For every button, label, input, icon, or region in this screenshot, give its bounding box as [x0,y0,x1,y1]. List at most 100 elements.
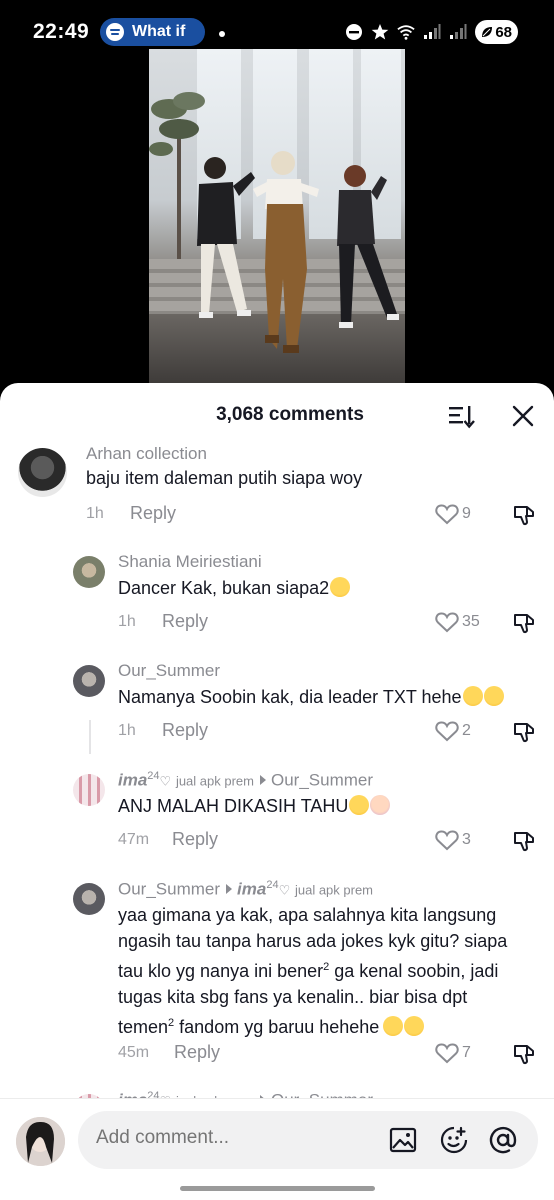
notification-dot [219,31,225,37]
like-count: 3 [462,831,471,848]
comment-username[interactable]: ima [118,771,147,790]
like-icon[interactable] [435,503,459,525]
comment-item: ima24♡ jual apk prem Our_Summer ANJ MALAH… [0,767,554,857]
signal-icon-1 [423,23,441,41]
comment-text-line: Dancer Kak, bukan siapa2 [118,575,351,601]
comment-username[interactable]: Our_Summer [118,880,220,899]
avatar[interactable] [73,556,105,588]
comment-input-pill[interactable] [78,1111,538,1169]
like-count: 35 [462,613,480,630]
comment-input[interactable] [96,1127,376,1149]
avatar-image [16,1117,65,1166]
comment-text: ANJ MALAH DIKASIH TAHU [118,796,349,816]
comments-header: 3,068 comments [0,383,554,445]
close-icon[interactable] [510,403,536,429]
woman-tipping-hand-emoji-icon [370,795,391,815]
smiling-hearts-emoji-icon [483,686,504,706]
mention-icon[interactable] [488,1125,518,1155]
home-indicator[interactable] [180,1186,375,1191]
comment-text-segment: ga kenal soobin, jadi [329,961,499,981]
dislike-icon[interactable] [512,503,536,527]
signal-icon-2 [449,23,467,41]
dancer-right [337,165,399,328]
username-superscript: 24 [147,770,160,782]
comment-text-segment: temen [118,1017,169,1037]
wifi-icon [397,23,415,41]
comment-item: Our_Summer ima24♡ jual apk prem yaa giman… [0,876,554,1076]
dislike-icon[interactable] [512,611,536,635]
comment-text-line: ngasih tau tanpa harus ada jokes kyk git… [118,931,508,951]
avatar[interactable] [73,883,105,915]
my-avatar[interactable] [16,1117,65,1166]
media-pill-label: What if [132,23,186,40]
reply-button[interactable]: Reply [162,611,208,632]
comment-username[interactable]: Shania Meiriestiani [118,552,262,572]
comment-text: yaa gimana ya kak, apa salahnya kita lan… [118,902,538,1040]
comment-item: Arhan collection baju item daleman putih… [0,441,554,531]
avatar[interactable] [18,448,67,497]
comment-text-line: tau klo yg nanya ini bener2 ga kenal soo… [118,954,538,984]
comment-time: 1h [118,613,136,630]
smiling-hearts-emoji-icon [462,686,483,706]
comment-username[interactable]: Arhan collection [86,444,207,464]
comment-time: 1h [86,505,104,522]
like-count: 2 [462,722,471,739]
clock: 22:49 [33,20,90,43]
username-superscript: 24 [266,879,279,891]
reply-button[interactable]: Reply [130,503,176,524]
image-icon[interactable] [388,1125,418,1155]
crying-emoji-icon [330,577,351,597]
comment-text-line: temen2 fandom yg baruu hehehe [118,1010,538,1040]
reply-arrow-icon [259,774,266,785]
avatar[interactable] [73,665,105,697]
comments-sheet: 3,068 comments Arhan collection baju ite… [0,383,554,1200]
dislike-icon[interactable] [512,720,536,744]
battery-level: 68 [495,23,512,41]
reply-button[interactable]: Reply [174,1042,220,1063]
like-icon[interactable] [435,720,459,742]
leaf-icon [482,27,493,37]
grinning-emoji-icon [383,1016,404,1036]
reply-button[interactable]: Reply [172,829,218,850]
username-tag: jual apk prem [294,882,374,898]
comment-username[interactable]: Our_Summer [118,661,220,681]
heart-small-icon: ♡ [278,882,291,898]
like-count: 9 [462,505,471,522]
status-bar: 22:49 What if 68 [0,0,554,52]
dnd-icon [345,23,363,41]
reply-button[interactable]: Reply [162,720,208,741]
spotify-icon [106,23,124,41]
system-icons: 68 [345,20,518,44]
media-pill[interactable]: What if [100,18,205,46]
star-icon [371,23,389,41]
comment-text-line: ANJ MALAH DIKASIH TAHU [118,793,391,819]
comment-time: 45m [118,1044,150,1061]
dislike-icon[interactable] [512,829,536,853]
sort-icon[interactable] [447,403,475,429]
heart-small-icon: ♡ [159,773,172,789]
comment-input-bar [0,1098,554,1200]
comment-username-line: ima24♡ jual apk prem Our_Summer [118,770,373,791]
reply-to-username[interactable]: Our_Summer [271,771,373,790]
avatar[interactable] [73,774,105,806]
grinning-emoji-icon [404,1016,425,1036]
comment-text-line: tugas kita sbg fans ya kenalin.. biar bi… [118,987,468,1007]
comment-time: 1h [118,722,136,739]
reply-arrow-icon [226,883,233,894]
emoji-icon[interactable] [439,1125,469,1155]
dislike-icon[interactable] [512,1042,536,1066]
comment-item: Our_Summer Namanya Soobin kak, dia leade… [0,658,554,754]
comment-time: 47m [118,831,150,848]
crying-emoji-icon [349,795,370,815]
comment-item: Shania Meiriestiani Dancer Kak, bukan si… [0,549,554,639]
reply-to-username[interactable]: ima [237,880,266,899]
comment-text-line: Namanya Soobin kak, dia leader TXT hehe [118,684,504,710]
like-count: 7 [462,1044,471,1061]
like-icon[interactable] [435,829,459,851]
video-player[interactable] [149,49,405,384]
like-icon[interactable] [435,611,459,633]
comment-text-segment: fandom yg baruu hehehe [174,1017,380,1037]
comment-text-line: yaa gimana ya kak, apa salahnya kita lan… [118,905,497,925]
thread-line [89,720,91,754]
like-icon[interactable] [435,1042,459,1064]
